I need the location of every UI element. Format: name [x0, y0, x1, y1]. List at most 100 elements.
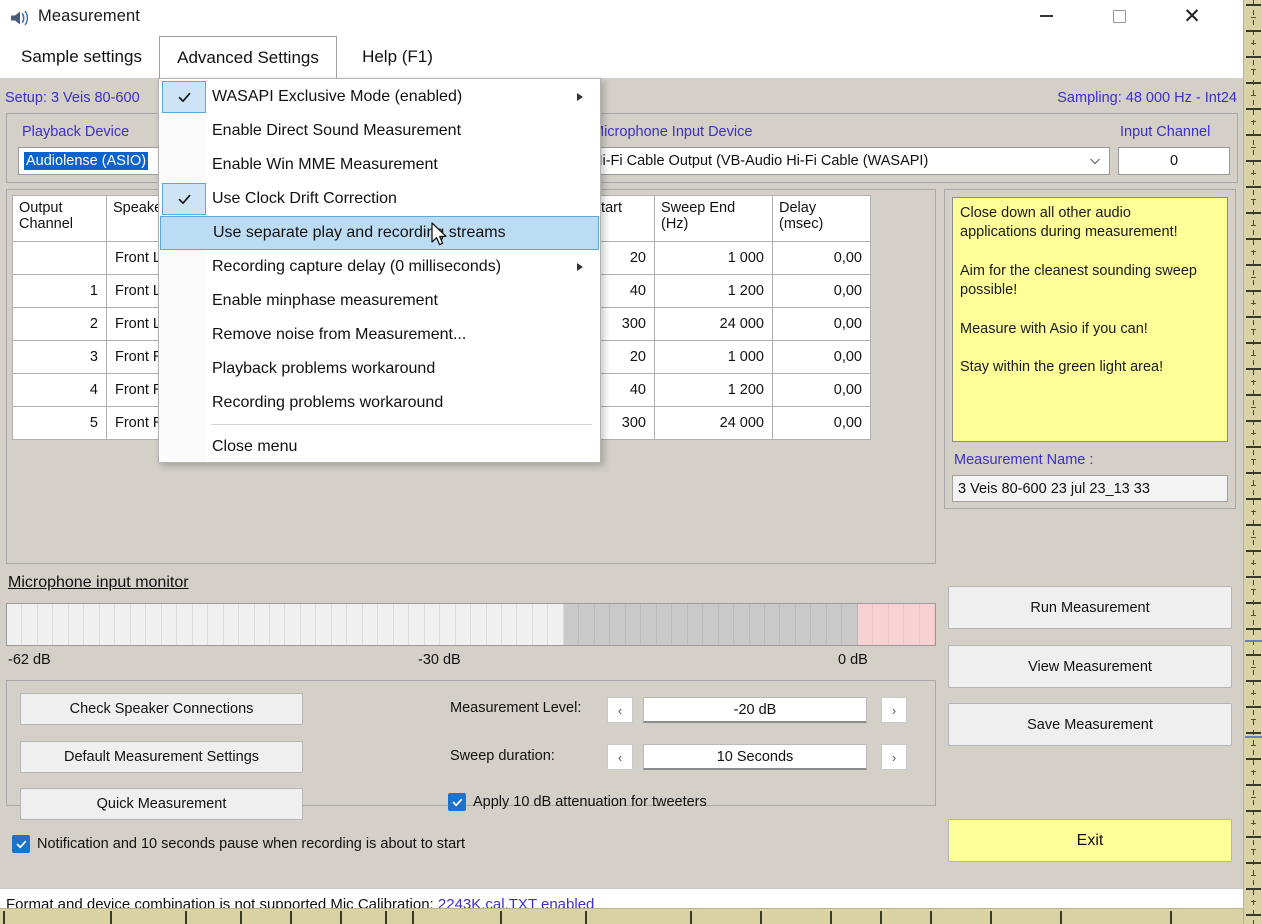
dropdown-item-label: Playback problems workaround	[212, 360, 436, 377]
sweep-duration-decrement-button[interactable]: ‹	[607, 744, 633, 770]
cell-delay[interactable]: 0,00	[772, 241, 871, 275]
bottom-ruler-tick	[830, 911, 832, 924]
microphone-input-device-combo[interactable]: Hi-Fi Cable Output (VB-Audio Hi-Fi Cable…	[586, 147, 1110, 175]
cell-delay[interactable]: 0,00	[772, 340, 871, 374]
cell-delay[interactable]: 0,00	[772, 373, 871, 407]
dropdown-item[interactable]: Close menu	[160, 430, 599, 464]
meter-segment	[208, 604, 224, 645]
meter-segment	[254, 604, 270, 645]
ruler-minor-tick	[1251, 719, 1256, 720]
meter-scale-mid: -30 dB	[418, 652, 461, 668]
quick-measurement-button[interactable]: Quick Measurement	[20, 788, 303, 820]
ruler-minor-tick	[1251, 433, 1256, 434]
ruler-blue-mark	[1245, 736, 1262, 738]
exit-button[interactable]: Exit	[948, 819, 1232, 862]
meter-segment	[115, 604, 131, 645]
dropdown-item[interactable]: Recording problems workaround	[160, 386, 599, 420]
run-measurement-label: Run Measurement	[1030, 599, 1150, 616]
cell-output-channel[interactable]: 3	[12, 340, 107, 374]
dropdown-item[interactable]: Enable minphase measurement	[160, 284, 599, 318]
cell-delay[interactable]: 0,00	[772, 274, 871, 308]
sweep-duration-increment-button[interactable]: ›	[881, 744, 907, 770]
ruler-tick	[1246, 498, 1261, 500]
cell-output-channel[interactable]: 4	[12, 373, 107, 407]
meter-segment	[378, 604, 394, 645]
dropdown-item[interactable]: Remove noise from Measurement...	[160, 318, 599, 352]
tweeter-attenuation-checkbox[interactable]: Apply 10 dB attenuation for tweeters	[448, 793, 707, 811]
view-measurement-button[interactable]: View Measurement	[948, 645, 1232, 688]
right-ruler-strip	[1243, 0, 1262, 924]
dropdown-item[interactable]: Use Clock Drift Correction	[160, 182, 599, 216]
cell-sweep-end[interactable]: 1 200	[654, 274, 773, 308]
cell-delay[interactable]: 0,00	[772, 406, 871, 440]
bottom-ruler-strip	[0, 908, 1243, 924]
chevron-right-icon	[577, 263, 583, 271]
cell-sweep-end[interactable]: 24 000	[654, 307, 773, 341]
default-measurement-settings-label: Default Measurement Settings	[63, 749, 260, 765]
ruler-tick	[1246, 550, 1261, 552]
window-title: Measurement	[38, 7, 140, 25]
menu-help[interactable]: Help (F1)	[340, 36, 455, 78]
run-measurement-button[interactable]: Run Measurement	[948, 586, 1232, 629]
chevron-left-icon: ‹	[617, 749, 623, 765]
menu-sample-settings-label: Sample settings	[21, 47, 142, 66]
ruler-minor-tick	[1251, 69, 1256, 70]
sweep-duration-field[interactable]: 10 Seconds	[643, 744, 867, 770]
cell-output-channel[interactable]: 2	[12, 307, 107, 341]
save-measurement-button[interactable]: Save Measurement	[948, 703, 1232, 746]
menu-sample-settings[interactable]: Sample settings	[4, 36, 159, 78]
ruler-minor-tick	[1251, 537, 1256, 538]
dropdown-item[interactable]: Enable Direct Sound Measurement	[160, 114, 599, 148]
close-button[interactable]: ✕	[1169, 0, 1215, 32]
cell-sweep-end[interactable]: 1 000	[654, 340, 773, 374]
chevron-right-icon	[577, 93, 583, 101]
minimize-button[interactable]	[1023, 0, 1069, 32]
meter-segment	[177, 604, 193, 645]
meter-segment	[146, 604, 162, 645]
measurement-level-decrement-button[interactable]: ‹	[607, 697, 633, 723]
ruler-tick	[1246, 446, 1261, 448]
dropdown-item[interactable]: Enable Win MME Measurement	[160, 148, 599, 182]
maximize-button[interactable]	[1096, 0, 1142, 32]
measurement-level-field[interactable]: -20 dB	[643, 697, 867, 723]
cell-output-channel[interactable]: 0	[12, 241, 107, 275]
default-measurement-settings-button[interactable]: Default Measurement Settings	[20, 741, 303, 773]
ruler-tick	[1246, 264, 1261, 266]
cell-sweep-end[interactable]: 24 000	[654, 406, 773, 440]
microphone-input-device-value: Hi-Fi Cable Output (VB-Audio Hi-Fi Cable…	[592, 153, 929, 169]
dropdown-item[interactable]: Playback problems workaround	[160, 352, 599, 386]
bottom-ruler-tick	[880, 911, 882, 924]
maximize-icon	[1112, 9, 1126, 23]
meter-segment	[455, 604, 472, 645]
meter-segment	[749, 604, 765, 645]
ruler-tick	[1246, 290, 1261, 292]
measurement-name-label: Measurement Name :	[954, 452, 1094, 468]
bottom-ruler-tick	[240, 911, 242, 924]
input-channel-field[interactable]: 0	[1118, 147, 1230, 175]
cell-output-channel[interactable]: 1	[12, 274, 107, 308]
meter-segment	[873, 604, 889, 645]
col-output-channel: Output Channel	[12, 195, 107, 242]
cell-sweep-end[interactable]: 1 200	[654, 373, 773, 407]
dropdown-item[interactable]: Recording capture delay (0 milliseconds)	[160, 250, 599, 284]
ruler-tick	[1246, 810, 1261, 812]
advanced-settings-dropdown[interactable]: WASAPI Exclusive Mode (enabled) Enable Di…	[158, 78, 601, 463]
meter-segment	[269, 604, 286, 645]
check-speaker-connections-button[interactable]: Check Speaker Connections	[20, 693, 303, 725]
col-delay: Delay (msec)	[772, 195, 871, 242]
meter-segment	[826, 604, 843, 645]
cell-output-channel[interactable]: 5	[12, 406, 107, 440]
measurement-level-increment-button[interactable]: ›	[881, 697, 907, 723]
cell-delay[interactable]: 0,00	[772, 307, 871, 341]
measurement-name-field[interactable]: 3 Veis 80-600 23 jul 23_13 33	[952, 475, 1228, 502]
notification-pause-checkbox[interactable]: Notification and 10 seconds pause when r…	[12, 835, 465, 853]
dropdown-item-label: WASAPI Exclusive Mode (enabled)	[212, 88, 463, 105]
bottom-ruler-tick	[185, 911, 187, 924]
menu-advanced-settings[interactable]: Advanced Settings	[159, 36, 337, 78]
cell-sweep-end[interactable]: 1 000	[654, 241, 773, 275]
meter-segment	[7, 604, 23, 645]
dropdown-item[interactable]: Use separate play and recording streams	[160, 216, 599, 250]
dropdown-item[interactable]: WASAPI Exclusive Mode (enabled)	[160, 80, 599, 114]
menu-help-label: Help (F1)	[362, 47, 433, 66]
ruler-tick	[1246, 524, 1261, 526]
